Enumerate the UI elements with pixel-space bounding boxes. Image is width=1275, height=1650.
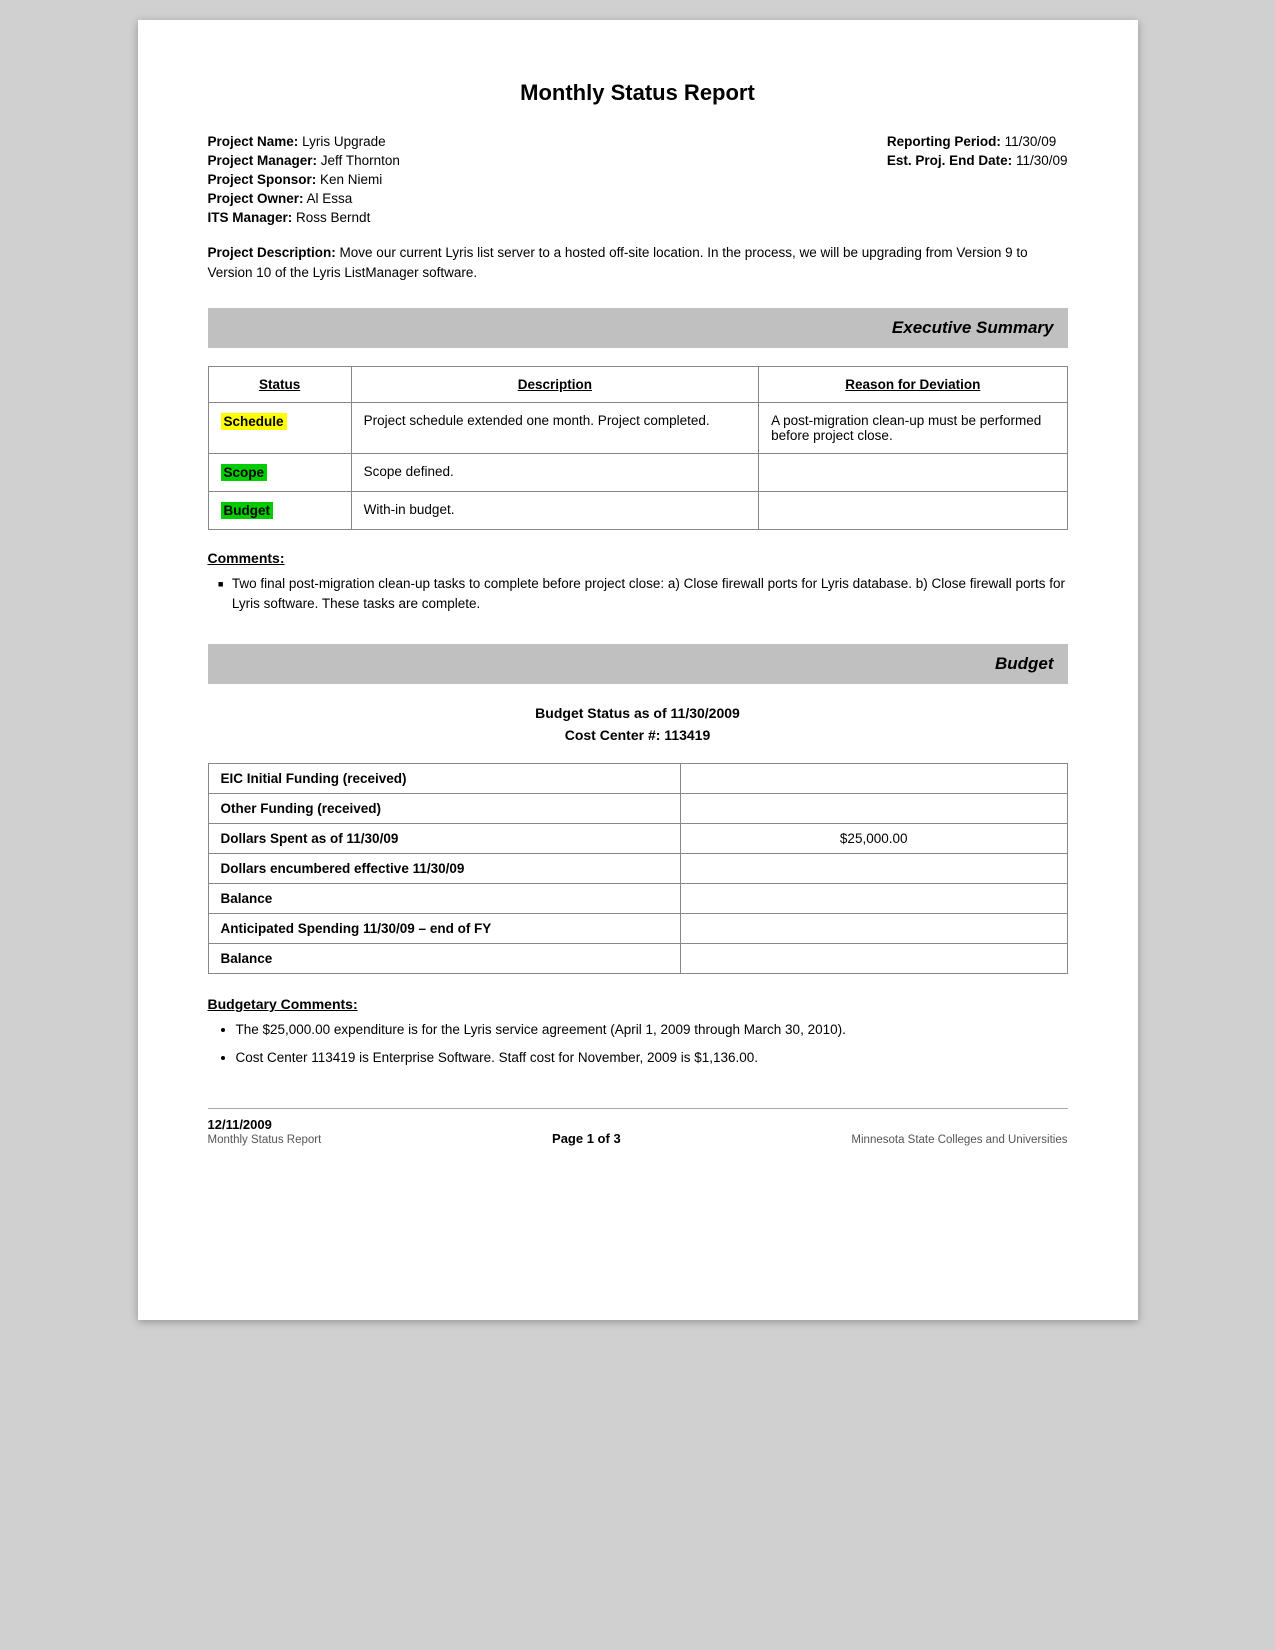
est-end-date-line: Est. Proj. End Date: 11/30/09 [887,153,1068,168]
comments-section: Comments: ▪ Two final post-migration cle… [208,550,1068,615]
project-name-value: Lyris Upgrade [302,134,386,149]
budget-row-label: Balance [208,943,680,973]
project-sponsor-line: Project Sponsor: Ken Niemi [208,172,400,187]
reason-cell-budget [759,491,1067,529]
project-name-line: Project Name: Lyris Upgrade [208,134,400,149]
table-row: Anticipated Spending 11/30/09 – end of F… [208,913,1067,943]
scope-badge: Scope [221,464,268,481]
reporting-period-value: 11/30/09 [1005,134,1057,149]
list-item: ▪ Two final post-migration clean-up task… [218,574,1068,615]
budget-row-label: Balance [208,883,680,913]
status-cell-scope: Scope [208,453,351,491]
description-col-header: Description [351,366,758,402]
reason-col-header: Reason for Deviation [759,366,1067,402]
project-manager-value: Jeff Thornton [321,153,400,168]
description-cell-scope: Scope defined. [351,453,758,491]
budget-section-header: Budget [208,644,1068,684]
est-end-date-value: 11/30/09 [1016,153,1068,168]
comments-title: Comments: [208,550,1068,566]
budget-row-value: $25,000.00 [680,823,1067,853]
project-owner-label: Project Owner: [208,191,304,206]
reason-cell-schedule: A post-migration clean-up must be perfor… [759,402,1067,453]
footer-page-info: Page 1 of 3 [552,1131,621,1146]
table-row: Dollars Spent as of 11/30/09 $25,000.00 [208,823,1067,853]
its-manager-value: Ross Berndt [296,210,370,225]
footer-date: 12/11/2009 [208,1117,322,1132]
status-col-header: Status [208,366,351,402]
budget-row-label: Anticipated Spending 11/30/09 – end of F… [208,913,680,943]
project-manager-line: Project Manager: Jeff Thornton [208,153,400,168]
footer-report-name: Monthly Status Report [208,1134,322,1146]
budget-status-header: Budget Status as of 11/30/2009 Cost Cent… [208,702,1068,747]
status-cell-budget: Budget [208,491,351,529]
budget-status-line1: Budget Status as of 11/30/2009 [208,702,1068,724]
budget-row-value [680,853,1067,883]
executive-summary-header: Executive Summary [208,308,1068,348]
reason-cell-scope [759,453,1067,491]
project-info-left: Project Name: Lyris Upgrade Project Mana… [208,134,400,225]
table-row: Balance [208,883,1067,913]
project-name-label: Project Name: [208,134,299,149]
budget-table: EIC Initial Funding (received) Other Fun… [208,763,1068,974]
footer: 12/11/2009 Monthly Status Report Page 1 … [208,1108,1068,1146]
budget-row-label: Dollars encumbered effective 11/30/09 [208,853,680,883]
project-owner-line: Project Owner: Al Essa [208,191,400,206]
budgetary-comments-title: Budgetary Comments: [208,996,1068,1012]
budget-row-label: Dollars Spent as of 11/30/09 [208,823,680,853]
budget-section-title: Budget [222,654,1054,674]
est-end-date-label: Est. Proj. End Date: [887,153,1012,168]
footer-left: 12/11/2009 Monthly Status Report [208,1117,322,1146]
budgetary-comments-list: The $25,000.00 expenditure is for the Ly… [208,1020,1068,1069]
schedule-badge: Schedule [221,413,287,430]
footer-organization: Minnesota State Colleges and Universitie… [851,1134,1067,1146]
project-info: Project Name: Lyris Upgrade Project Mana… [208,134,1068,225]
budget-badge: Budget [221,502,274,519]
budget-row-value [680,763,1067,793]
its-manager-line: ITS Manager: Ross Berndt [208,210,400,225]
description-cell-budget: With-in budget. [351,491,758,529]
table-row: EIC Initial Funding (received) [208,763,1067,793]
page: Monthly Status Report Project Name: Lyri… [138,20,1138,1320]
budgetary-comments-section: Budgetary Comments: The $25,000.00 expen… [208,996,1068,1069]
comments-list: ▪ Two final post-migration clean-up task… [208,574,1068,615]
table-row: Budget With-in budget. [208,491,1067,529]
table-row: Schedule Project schedule extended one m… [208,402,1067,453]
comment-text: Two final post-migration clean-up tasks … [232,574,1068,615]
status-table: Status Description Reason for Deviation … [208,366,1068,530]
budget-row-label: EIC Initial Funding (received) [208,763,680,793]
reporting-period-line: Reporting Period: 11/30/09 [887,134,1068,149]
budget-row-value [680,883,1067,913]
status-cell-schedule: Schedule [208,402,351,453]
project-info-right: Reporting Period: 11/30/09 Est. Proj. En… [887,134,1068,225]
page-title: Monthly Status Report [208,80,1068,106]
table-row: Scope Scope defined. [208,453,1067,491]
budget-row-value [680,913,1067,943]
executive-summary-title: Executive Summary [222,318,1054,338]
table-row: Dollars encumbered effective 11/30/09 [208,853,1067,883]
budget-row-label: Other Funding (received) [208,793,680,823]
description-cell-schedule: Project schedule extended one month. Pro… [351,402,758,453]
project-description-label: Project Description: [208,245,336,260]
project-owner-value: Al Essa [307,191,353,206]
budget-row-value [680,793,1067,823]
budget-row-value [680,943,1067,973]
table-row: Balance [208,943,1067,973]
project-description: Project Description: Move our current Ly… [208,243,1068,284]
list-item: Cost Center 113419 is Enterprise Softwar… [236,1048,1068,1068]
reporting-period-label: Reporting Period: [887,134,1001,149]
table-row: Other Funding (received) [208,793,1067,823]
list-item: The $25,000.00 expenditure is for the Ly… [236,1020,1068,1040]
project-sponsor-label: Project Sponsor: [208,172,317,187]
project-sponsor-value: Ken Niemi [320,172,382,187]
its-manager-label: ITS Manager: [208,210,293,225]
project-manager-label: Project Manager: [208,153,318,168]
bullet-icon: ▪ [218,574,224,615]
budget-status-line2: Cost Center #: 113419 [208,724,1068,746]
